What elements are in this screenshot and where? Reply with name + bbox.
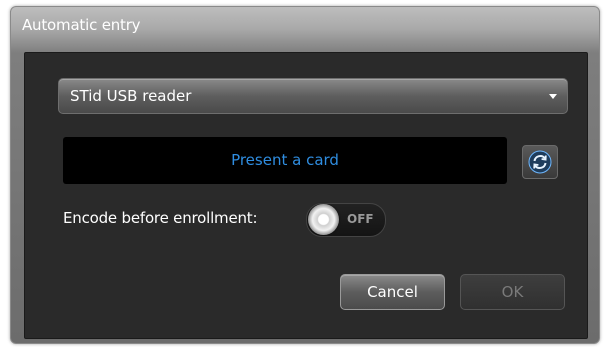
card-status-panel: Present a card [63,137,507,184]
encode-toggle[interactable]: OFF [306,203,386,237]
refresh-button[interactable] [522,145,558,179]
cancel-button[interactable]: Cancel [340,274,445,310]
chevron-down-icon [549,94,557,99]
encode-before-enrollment-label: Encode before enrollment: [63,209,258,227]
card-status-message: Present a card [231,151,339,169]
dialog-title: Automatic entry [22,16,141,34]
reader-select-value: STid USB reader [70,87,192,105]
toggle-state-label: OFF [347,212,374,226]
refresh-icon [528,150,552,174]
ok-button[interactable]: OK [460,274,565,310]
dialog-content: STid USB reader Present a card Encode be… [24,52,588,339]
toggle-knob [308,204,339,235]
automatic-entry-dialog: Automatic entry STid USB reader Present … [10,6,600,344]
reader-select[interactable]: STid USB reader [58,78,568,114]
